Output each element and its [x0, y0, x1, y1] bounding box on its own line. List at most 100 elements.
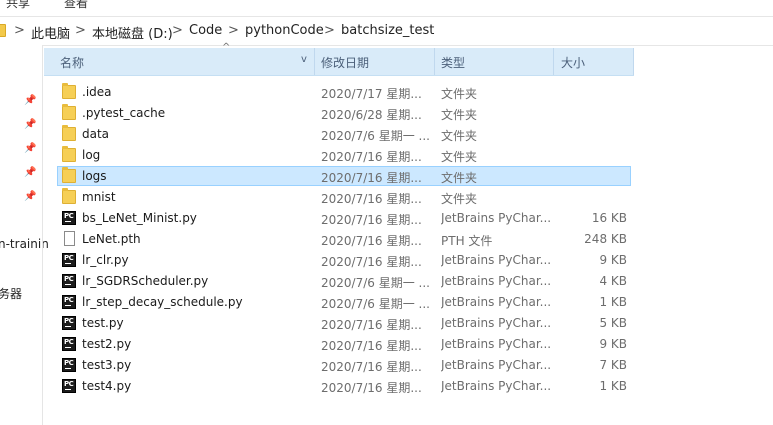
pin-icon[interactable]: 📌 [24, 191, 36, 203]
file-name: .pytest_cache [82, 106, 166, 120]
list-item-selected[interactable]: logs 2020/7/16 星期... 文件夹 [44, 166, 773, 187]
chevron-right-icon[interactable]: > [75, 23, 86, 38]
pycharm-file-icon [62, 358, 76, 372]
file-date: 2020/6/28 星期... [321, 108, 422, 122]
nav-item-partial[interactable]: 务器 [0, 285, 22, 302]
file-icon [64, 231, 75, 246]
file-type: 文件夹 [441, 87, 478, 101]
tab-share[interactable]: 共享 [6, 0, 30, 11]
file-date: 2020/7/16 星期... [321, 150, 422, 164]
file-name: test.py [82, 316, 124, 330]
file-size: 1 KB [599, 379, 627, 393]
file-date: 2020/7/6 星期一 ... [321, 129, 430, 143]
pane-divider[interactable] [42, 45, 43, 425]
file-date: 2020/7/16 星期... [321, 171, 422, 185]
file-type: PTH 文件 [441, 234, 493, 248]
pin-icon[interactable]: 📌 [24, 143, 36, 155]
folder-icon [62, 188, 76, 204]
list-item[interactable]: test.py 2020/7/16 星期... JetBrains PyChar… [44, 313, 773, 334]
column-divider[interactable] [314, 48, 315, 75]
file-name: logs [82, 169, 107, 183]
file-date: 2020/7/17 星期... [321, 87, 422, 101]
pycharm-file-icon [62, 295, 76, 309]
file-type: 文件夹 [441, 129, 478, 143]
column-header: ^ 名称 v 修改日期 类型 大小 [44, 42, 634, 76]
tab-view[interactable]: 查看 [64, 0, 88, 11]
chevron-down-icon[interactable]: v [301, 54, 307, 65]
file-name: lr_SGDRScheduler.py [82, 274, 209, 288]
list-item[interactable]: bs_LeNet_Minist.py 2020/7/16 星期... JetBr… [44, 208, 773, 229]
chevron-right-icon[interactable]: > [172, 23, 183, 38]
list-item[interactable]: test2.py 2020/7/16 星期... JetBrains PyCha… [44, 334, 773, 355]
file-size: 5 KB [599, 316, 627, 330]
list-item[interactable]: lr_SGDRScheduler.py 2020/7/6 星期一 ... Jet… [44, 271, 773, 292]
list-item[interactable]: .pytest_cache 2020/6/28 星期... 文件夹 [44, 103, 773, 124]
breadcrumb-code[interactable]: Code [189, 23, 222, 38]
list-item[interactable]: data 2020/7/6 星期一 ... 文件夹 [44, 124, 773, 145]
list-item[interactable]: lr_clr.py 2020/7/16 星期... JetBrains PyCh… [44, 250, 773, 271]
file-size: 9 KB [599, 253, 627, 267]
folder-icon [62, 146, 76, 162]
folder-icon [62, 104, 76, 120]
folder-icon [62, 125, 76, 141]
folder-icon [0, 24, 6, 37]
list-item[interactable]: test3.py 2020/7/16 星期... JetBrains PyCha… [44, 355, 773, 376]
file-date: 2020/7/16 星期... [321, 213, 422, 227]
file-name: lr_step_decay_schedule.py [82, 295, 243, 309]
list-item[interactable]: .idea 2020/7/17 星期... 文件夹 [44, 82, 773, 103]
file-size: 7 KB [599, 358, 627, 372]
navigation-pane: 📌 📌 📌 📌 📌 n-trainin 务器 [0, 45, 49, 425]
pin-icon[interactable]: 📌 [24, 119, 36, 131]
file-date: 2020/7/6 星期一 ... [321, 297, 430, 311]
file-name: mnist [82, 190, 116, 204]
file-date: 2020/7/16 星期... [321, 381, 422, 395]
file-date: 2020/7/16 星期... [321, 234, 422, 248]
breadcrumb-pythoncode[interactable]: pythonCode [245, 23, 324, 38]
file-size: 4 KB [599, 274, 627, 288]
pin-icon[interactable]: 📌 [24, 95, 36, 107]
file-type: JetBrains PyChar... [441, 253, 551, 267]
sort-ascending-icon: ^ [222, 42, 231, 53]
file-date: 2020/7/16 星期... [321, 339, 422, 353]
file-name: LeNet.pth [82, 232, 141, 246]
chevron-right-icon[interactable]: > [324, 23, 335, 38]
list-item[interactable]: log 2020/7/16 星期... 文件夹 [44, 145, 773, 166]
column-divider[interactable] [633, 48, 634, 75]
folder-icon [62, 83, 76, 99]
file-type: 文件夹 [441, 171, 478, 185]
list-item[interactable]: LeNet.pth 2020/7/16 星期... PTH 文件 248 KB [44, 229, 773, 250]
pycharm-file-icon [62, 379, 76, 393]
file-name: test2.py [82, 337, 132, 351]
file-type: 文件夹 [441, 108, 478, 122]
column-divider[interactable] [553, 48, 554, 75]
address-bar[interactable]: > 此电脑 > 本地磁盘 (D:) > Code > pythonCode > … [0, 16, 773, 46]
file-type: JetBrains PyChar... [441, 379, 551, 393]
file-name: data [82, 127, 110, 141]
chevron-right-icon[interactable]: > [228, 23, 239, 38]
column-divider[interactable] [434, 48, 435, 75]
column-name[interactable]: 名称 [60, 54, 84, 71]
list-item[interactable]: test4.py 2020/7/16 星期... JetBrains PyCha… [44, 376, 773, 397]
chevron-right-icon[interactable]: > [14, 23, 25, 38]
file-type: JetBrains PyChar... [441, 211, 551, 225]
file-type: JetBrains PyChar... [441, 316, 551, 330]
column-type[interactable]: 类型 [441, 54, 465, 71]
breadcrumb-local-disk[interactable]: 本地磁盘 (D:) [92, 23, 173, 42]
file-size: 248 KB [584, 232, 627, 246]
folder-icon [62, 167, 76, 183]
file-type: JetBrains PyChar... [441, 358, 551, 372]
pin-icon[interactable]: 📌 [24, 167, 36, 179]
pycharm-file-icon [62, 211, 76, 225]
file-name: test3.py [82, 358, 132, 372]
column-size[interactable]: 大小 [561, 54, 585, 71]
file-date: 2020/7/16 星期... [321, 255, 422, 269]
column-date[interactable]: 修改日期 [321, 54, 369, 71]
list-item[interactable]: mnist 2020/7/16 星期... 文件夹 [44, 187, 773, 208]
pycharm-file-icon [62, 316, 76, 330]
breadcrumb-batchsize-test[interactable]: batchsize_test [341, 23, 434, 38]
file-name: .idea [82, 85, 112, 99]
list-item[interactable]: lr_step_decay_schedule.py 2020/7/6 星期一 .… [44, 292, 773, 313]
file-type: JetBrains PyChar... [441, 295, 551, 309]
breadcrumb-this-pc[interactable]: 此电脑 [31, 23, 70, 42]
file-type: JetBrains PyChar... [441, 274, 551, 288]
